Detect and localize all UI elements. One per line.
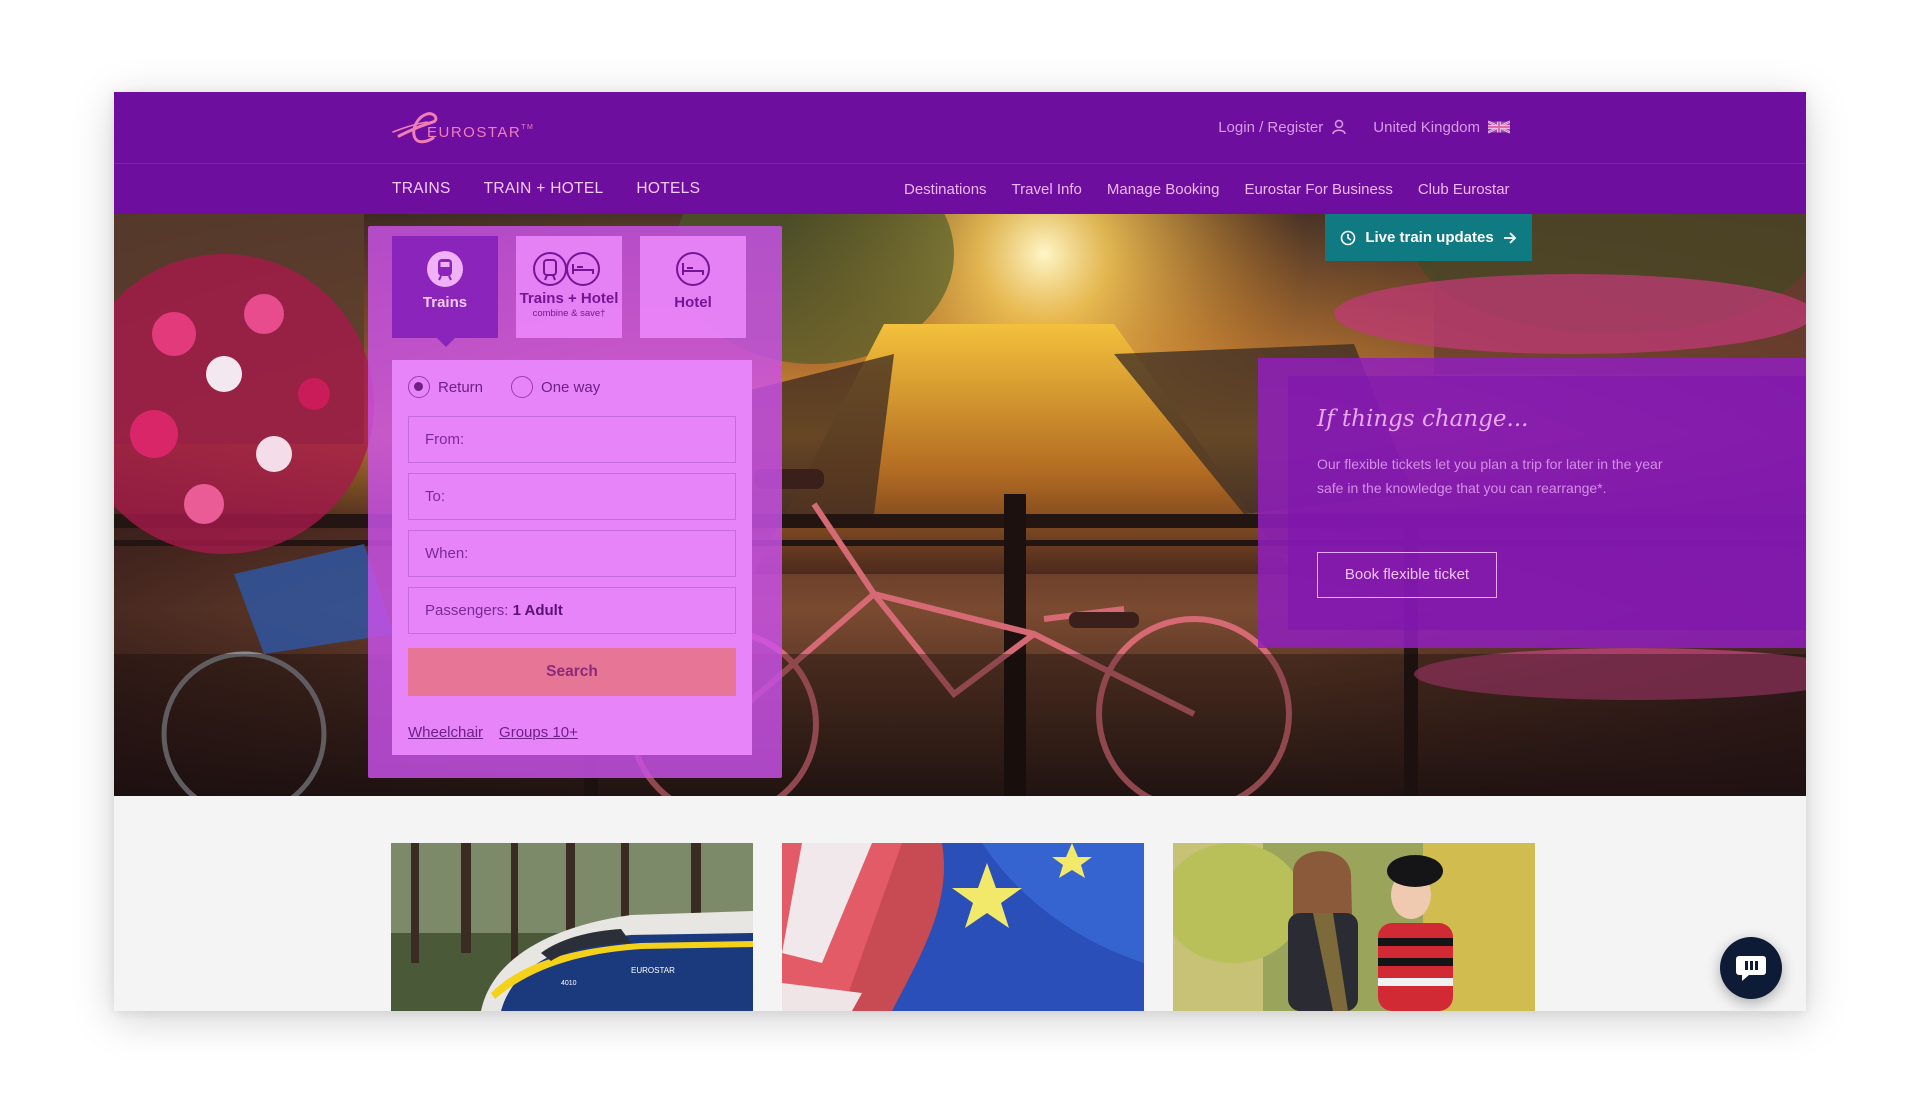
primary-nav: TRAINS TRAIN + HOTEL HOTELS <box>392 164 700 214</box>
passengers-value: 1 Adult <box>512 602 563 619</box>
from-label: From: <box>425 431 465 448</box>
book-flexible-ticket-button[interactable]: Book flexible ticket <box>1317 552 1497 598</box>
nav-trains[interactable]: TRAINS <box>392 180 451 198</box>
browser-frame: EUROSTARTM Login / Register United Kingd… <box>114 92 1806 1011</box>
train-number-text: 4010 <box>561 980 577 987</box>
tab-trains-hotel[interactable]: Trains + Hotel combine & save† <box>516 236 622 338</box>
arrow-right-icon <box>1503 231 1516 244</box>
promo-text: Our flexible tickets let you plan a trip… <box>1317 456 1663 496</box>
clock-icon <box>1341 230 1356 245</box>
uk-flag-icon <box>1488 120 1510 134</box>
to-label: To: <box>425 488 446 505</box>
two-women-laughing-photo <box>1173 843 1535 1011</box>
user-icon <box>1332 119 1347 135</box>
logo-wordmark: EUROSTARTM <box>427 124 535 141</box>
eurostar-logo[interactable]: EUROSTARTM <box>389 102 539 152</box>
content-cards: EUROSTAR 4010 <box>391 843 1535 1011</box>
tab-hotel[interactable]: Hotel <box>640 236 746 338</box>
promo-title: If things change... <box>1317 406 1529 432</box>
country-label: United Kingdom <box>1373 118 1480 136</box>
country-selector[interactable]: United Kingdom <box>1373 119 1510 136</box>
chat-button[interactable] <box>1720 937 1782 999</box>
to-field[interactable]: To: <box>408 473 736 520</box>
trip-type-options: Return One way <box>408 376 600 398</box>
groups-link[interactable]: Groups 10+ <box>499 724 578 741</box>
booking-form: Return One way From: To: When: Passenger… <box>392 360 752 755</box>
when-label: When: <box>425 545 469 562</box>
tab-trains[interactable]: Trains <box>392 236 498 347</box>
train-logo-text: EUROSTAR <box>631 966 675 975</box>
eurostar-train-photo: EUROSTAR 4010 <box>391 843 753 1011</box>
return-label: Return <box>438 378 484 396</box>
search-button[interactable]: Search <box>408 648 736 696</box>
accessibility-links: Wheelchair Groups 10+ <box>408 724 578 741</box>
nav-travel-info[interactable]: Travel Info <box>1012 181 1082 198</box>
bed-icon <box>676 252 710 286</box>
card-eurostar-train[interactable]: EUROSTAR 4010 <box>391 843 753 1011</box>
one-way-radio[interactable] <box>511 376 534 398</box>
nav-hotels[interactable]: HOTELS <box>636 180 700 198</box>
login-register-link[interactable]: Login / Register <box>1218 119 1347 136</box>
tab-hotel-label: Hotel <box>674 294 712 311</box>
train-icon <box>427 251 463 287</box>
login-register-label: Login / Register <box>1218 118 1324 136</box>
live-train-updates-button[interactable]: Live train updates <box>1325 214 1532 261</box>
tab-trains-label: Trains <box>422 294 468 311</box>
card-uk-eu-flags[interactable] <box>782 843 1144 1011</box>
tab-trains-hotel-sublabel: combine & save† <box>532 308 606 319</box>
passengers-field[interactable]: Passengers: 1 Adult <box>408 587 736 634</box>
chat-bubble-icon <box>1736 956 1766 981</box>
card-friends[interactable] <box>1173 843 1535 1011</box>
booking-widget: Trains Trains + Hotel combine & save† Ho… <box>368 226 782 778</box>
passengers-label: Passengers: <box>425 602 509 619</box>
from-field[interactable]: From: <box>408 416 736 463</box>
promo-content: If things change... Our flexible tickets… <box>1288 376 1806 630</box>
tab-trains-hotel-label: Trains + Hotel <box>519 290 619 307</box>
return-radio[interactable] <box>408 376 430 398</box>
top-bar: EUROSTARTM Login / Register United Kingd… <box>114 92 1806 164</box>
flexible-ticket-promo: If things change... Our flexible tickets… <box>1258 358 1806 648</box>
nav-destinations[interactable]: Destinations <box>904 181 987 198</box>
nav-train-hotel[interactable]: TRAIN + HOTEL <box>484 180 604 198</box>
main-navigation: TRAINS TRAIN + HOTEL HOTELS Destinations… <box>114 164 1806 214</box>
one-way-label: One way <box>541 378 601 396</box>
secondary-nav: Destinations Travel Info Manage Booking … <box>904 164 1510 214</box>
account-links: Login / Register United Kingdom <box>1218 112 1510 142</box>
wheelchair-link[interactable]: Wheelchair <box>408 724 483 741</box>
live-train-updates-label: Live train updates <box>1365 229 1494 246</box>
nav-club-eurostar[interactable]: Club Eurostar <box>1418 181 1510 198</box>
nav-eurostar-for-business[interactable]: Eurostar For Business <box>1244 181 1392 198</box>
nav-manage-booking[interactable]: Manage Booking <box>1107 181 1220 198</box>
when-field[interactable]: When: <box>408 530 736 577</box>
train-bed-icon <box>533 252 600 286</box>
uk-eu-flags-photo <box>782 843 1144 1011</box>
